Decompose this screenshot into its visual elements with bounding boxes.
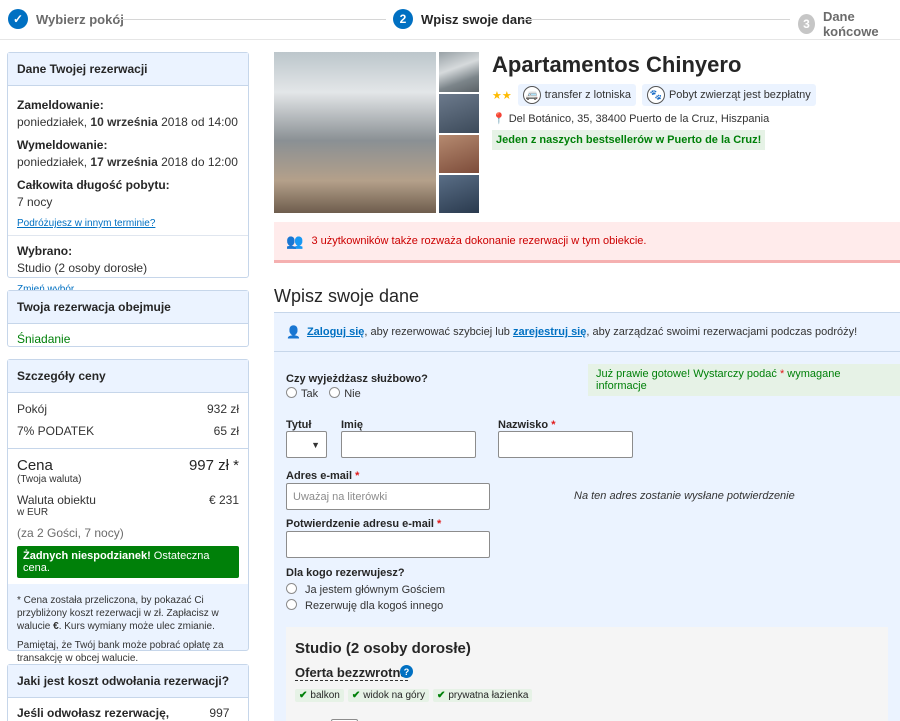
login-link[interactable]: Zaloguj się <box>307 326 364 338</box>
step-3: 3 Dane końcowe <box>798 9 900 39</box>
form-title: Wpisz swoje dane <box>274 286 420 306</box>
tax-price: 65 zł <box>213 424 239 438</box>
hotel-photo-thumb[interactable] <box>439 52 479 92</box>
property-price: € 231 <box>208 493 239 507</box>
stay-length: 7 nocy <box>17 195 53 209</box>
checkout-value: poniedziałek, 17 września 2018 do 12:00 <box>17 155 238 169</box>
register-link[interactable]: zarejestruj się <box>513 326 586 338</box>
radio-yes[interactable]: Tak <box>286 387 318 400</box>
paw-icon: 🐾 <box>646 86 665 104</box>
hotel-info: Apartamentos Chinyero ★★ 🚐 transfer z lot… <box>492 52 892 150</box>
guest-form: 👤 Zaloguj się, aby rezerwować szybciej l… <box>274 312 900 721</box>
price-details-panel: Szczegóły ceny Pokój 932 zł 7% PODATEK 65 … <box>7 359 249 664</box>
feature-balcony: ✔ balkon <box>295 689 344 702</box>
cancellation-fee: 997 zł <box>209 706 230 721</box>
star-rating: ★★ <box>492 89 512 102</box>
progress-steps: ✓ Wybierz pokój 2 Wpisz swoje dane 3 Dan… <box>0 0 900 40</box>
room-price: 932 zł <box>206 402 239 416</box>
feature-private-bathroom: ✔ prywatna łazienka <box>432 689 533 702</box>
check-icon: ✔ <box>299 690 308 701</box>
guests-info: (za 2 Gości, 7 nocy) <box>17 526 124 540</box>
total-price: 997 zł * <box>188 457 239 474</box>
bank-note: Pamiętaj, że Twój bank może pobrać opłat… <box>17 640 224 664</box>
first-name-input[interactable] <box>341 431 476 458</box>
no-surprises-badge: Żadnych niespodzianek! Ostateczna cena. <box>17 546 239 578</box>
hotel-name: Apartamentos Chinyero <box>492 52 742 77</box>
panel-header: Dane Twojej rezerwacji <box>8 53 248 86</box>
selected-room: Studio (2 osoby dorosłe) <box>17 261 148 275</box>
hotel-address: 📍 Del Botánico, 35, 38400 Puerto de la Cr… <box>492 112 770 126</box>
pets-badge: 🐾 Pobyt zwierząt jest bezpłatny <box>641 84 816 106</box>
last-name-input[interactable] <box>498 431 633 458</box>
bestseller-badge: Jeden z naszych bestsellerów w Puerto de… <box>492 130 766 150</box>
step-2: 2 Wpisz swoje dane <box>393 9 532 29</box>
includes-panel: Twoja rezerwacja obejmuje Śniadanie <box>7 290 249 347</box>
offer-type[interactable]: Oferta bezzwrotna <box>295 665 408 681</box>
check-icon: ✓ <box>8 9 28 29</box>
booking-details-panel: Dane Twojej rezerwacji Zameldowanie: pon… <box>7 52 249 295</box>
business-trip-radios: Tak Nie <box>286 387 361 400</box>
radio-no[interactable]: Nie <box>329 387 361 400</box>
user-icon: 👤 <box>286 325 301 339</box>
other-dates-link[interactable]: Podróżujesz w innym terminie? <box>17 218 155 229</box>
radio-main-guest[interactable]: Ja jestem głównym Gościem <box>286 583 445 596</box>
checkin-value: poniedziałek, 10 września 2018 od 14:00 <box>17 115 238 129</box>
step-1[interactable]: ✓ Wybierz pokój <box>8 9 124 29</box>
room-name: Studio (2 osoby dorosłe) <box>295 640 471 657</box>
airport-transfer-badge: 🚐 transfer z lotniska <box>517 84 636 106</box>
radio-other-guest[interactable]: Rezerwuję dla kogoś innego <box>286 599 443 612</box>
users-icon: 👥 <box>286 232 304 249</box>
hotel-photo-thumb[interactable] <box>439 175 479 213</box>
chevron-down-icon: ▼ <box>311 439 320 450</box>
email-input[interactable]: Uważaj na literówki <box>286 483 490 510</box>
room-card: Studio (2 osoby dorosłe) Oferta bezzwrot… <box>286 627 888 721</box>
almost-done-notice: Już prawie gotowe! Wystarczy podać * wym… <box>588 364 900 396</box>
popularity-alert: 👥 3 użytkowników także rozważa dokonanie… <box>274 222 900 263</box>
breakfast-item: Śniadanie <box>17 332 71 346</box>
room-features: ✔ balkon ✔ widok na góry ✔ prywatna łazienk… <box>295 689 533 702</box>
feature-mountain-view: ✔ widok na góry <box>347 689 429 702</box>
confirm-email-input[interactable] <box>286 531 490 558</box>
hotel-photo-thumb[interactable] <box>439 94 479 133</box>
check-icon: ✔ <box>436 690 446 701</box>
location-pin-icon: 📍 <box>492 113 506 125</box>
price-note: * Cena została przeliczona, by pokazać C… <box>17 595 219 632</box>
title-select[interactable]: ▼ <box>286 431 327 458</box>
info-icon[interactable]: ? <box>400 665 413 678</box>
shuttle-icon: 🚐 <box>522 86 541 104</box>
hotel-photo-main[interactable] <box>274 52 436 213</box>
email-note: Na ten adres zostanie wysłane potwierdze… <box>574 490 795 502</box>
hotel-photo-thumb[interactable] <box>439 135 479 173</box>
cancellation-panel: Jaki jest koszt odwołania rezerwacji? Je… <box>7 664 249 721</box>
check-icon: ✔ <box>351 690 361 701</box>
login-prompt: 👤 Zaloguj się, aby rezerwować szybciej l… <box>286 325 858 339</box>
